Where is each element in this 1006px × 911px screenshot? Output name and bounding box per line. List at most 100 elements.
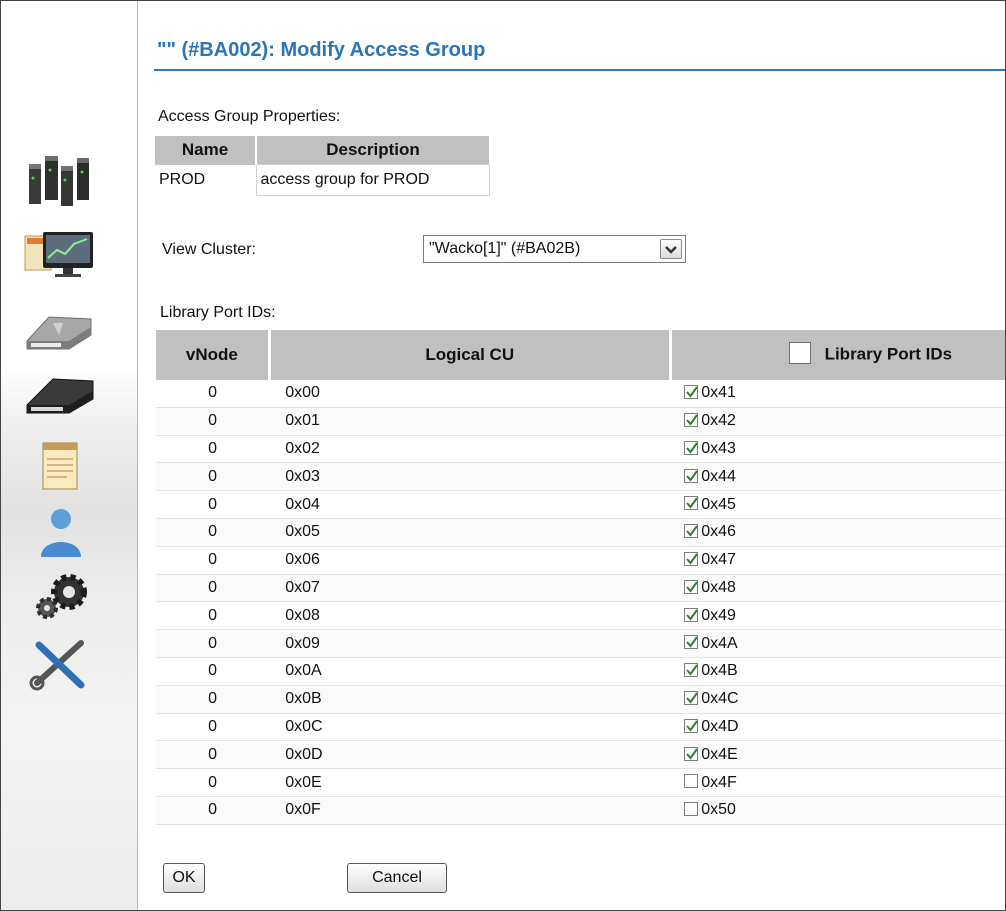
port-checkbox[interactable] bbox=[684, 690, 699, 705]
table-row: 0 0x0A 0x4B bbox=[156, 657, 1005, 686]
logical-cu-cell: 0x00 bbox=[269, 380, 671, 408]
library-port-ids-label: Library Port IDs: bbox=[160, 304, 276, 321]
table-row: 0 0x05 0x46 bbox=[156, 518, 1005, 547]
physical-library-icon[interactable] bbox=[19, 367, 99, 429]
library-port-cell: 0x49 bbox=[670, 601, 1005, 631]
port-checkbox[interactable] bbox=[684, 524, 699, 539]
notepad-icon[interactable] bbox=[19, 437, 99, 499]
port-checkbox[interactable] bbox=[684, 774, 699, 789]
library-port-id: 0x4A bbox=[701, 634, 738, 652]
logical-cu-cell: 0x0A bbox=[269, 657, 671, 686]
logical-cu-cell: 0x0D bbox=[269, 740, 671, 770]
checkmark-icon bbox=[686, 442, 699, 454]
vnode-column-header: vNode bbox=[156, 330, 271, 380]
table-row: 0 0x0E 0x4F bbox=[156, 768, 1005, 797]
library-port-cell: 0x4C bbox=[670, 685, 1005, 714]
cancel-button[interactable]: Cancel bbox=[347, 863, 447, 893]
port-checkbox[interactable] bbox=[684, 551, 699, 566]
vnode-cell: 0 bbox=[156, 462, 270, 492]
ok-button[interactable]: OK bbox=[163, 863, 205, 893]
logical-cu-cell: 0x01 bbox=[269, 407, 671, 436]
port-checkbox[interactable] bbox=[684, 802, 699, 817]
port-checkbox[interactable] bbox=[684, 663, 699, 678]
port-checkbox[interactable] bbox=[684, 746, 699, 761]
tools-icon[interactable] bbox=[19, 633, 99, 695]
port-checkbox[interactable] bbox=[684, 496, 699, 511]
port-checkbox[interactable] bbox=[684, 468, 699, 483]
port-checkbox[interactable] bbox=[684, 412, 699, 427]
logical-cu-cell: 0x09 bbox=[269, 629, 671, 658]
chevron-down-icon[interactable] bbox=[660, 239, 682, 259]
view-cluster-selected-value: "Wacko[1]" (#BA02B) bbox=[429, 240, 581, 257]
table-row: 0 0x0D 0x4E bbox=[156, 740, 1005, 770]
library-port-cell: 0x42 bbox=[670, 407, 1005, 436]
port-checkbox[interactable] bbox=[684, 440, 699, 455]
user-icon[interactable] bbox=[19, 503, 99, 565]
checkmark-icon bbox=[686, 664, 699, 676]
library-port-cell: 0x4A bbox=[670, 629, 1005, 658]
logical-cu-cell: 0x06 bbox=[269, 546, 671, 575]
library-port-id: 0x4D bbox=[701, 717, 739, 735]
table-row: 0 0x07 0x48 bbox=[156, 574, 1005, 603]
table-row: 0 0x0F 0x50 bbox=[156, 796, 1005, 825]
library-port-id: 0x44 bbox=[701, 467, 736, 485]
logical-cu-cell: 0x08 bbox=[269, 601, 671, 631]
library-port-id: 0x41 bbox=[701, 384, 736, 402]
vnode-cell: 0 bbox=[156, 685, 270, 714]
select-all-checkbox[interactable] bbox=[788, 342, 811, 364]
main-panel: "" (#BA002): Modify Access Group Access … bbox=[138, 1, 1005, 910]
library-port-cell: 0x44 bbox=[670, 462, 1005, 492]
vnode-cell: 0 bbox=[156, 380, 270, 408]
servers-icon[interactable] bbox=[19, 148, 99, 210]
table-row: 0 0x04 0x45 bbox=[156, 490, 1005, 519]
port-checkbox[interactable] bbox=[684, 635, 699, 650]
library-port-cell: 0x4F bbox=[670, 768, 1005, 797]
vnode-cell: 0 bbox=[156, 740, 270, 770]
vnode-cell: 0 bbox=[156, 713, 270, 742]
vnode-cell: 0 bbox=[156, 657, 270, 686]
library-port-cell: 0x43 bbox=[670, 435, 1005, 464]
table-row: 0 0x01 0x42 bbox=[156, 407, 1005, 436]
checkmark-icon bbox=[686, 636, 699, 648]
library-port-id: 0x48 bbox=[701, 578, 736, 596]
port-checkbox[interactable] bbox=[684, 718, 699, 733]
library-port-id: 0x4B bbox=[701, 662, 738, 680]
library-port-id: 0x47 bbox=[701, 551, 736, 569]
monitor-chart-icon[interactable] bbox=[19, 224, 99, 286]
port-checkbox[interactable] bbox=[684, 579, 699, 594]
checkmark-icon bbox=[686, 525, 699, 537]
library-port-rows: 0 0x00 0x41 0 0x01 0x42 0 0x02 0x43 0 0x03 0x44 0 0x0… bbox=[156, 380, 1005, 825]
table-row: 0 0x0B 0x4C bbox=[156, 685, 1005, 714]
library-port-id: 0x45 bbox=[701, 495, 736, 513]
logical-cu-cell: 0x0F bbox=[269, 796, 671, 825]
logical-cu-cell: 0x0B bbox=[269, 685, 671, 714]
checkmark-icon bbox=[686, 581, 699, 593]
group-description-value: access group for PROD bbox=[255, 164, 490, 196]
vnode-cell: 0 bbox=[156, 796, 270, 825]
virtual-drive-icon[interactable] bbox=[19, 301, 99, 363]
library-port-id: 0x4F bbox=[701, 773, 737, 791]
logical-cu-cell: 0x03 bbox=[269, 462, 671, 492]
logical-cu-cell: 0x0E bbox=[269, 768, 671, 797]
gears-icon[interactable] bbox=[19, 568, 99, 630]
port-checkbox[interactable] bbox=[684, 607, 699, 622]
library-port-id: 0x4E bbox=[701, 745, 738, 763]
logical-cu-cell: 0x04 bbox=[269, 490, 671, 519]
dialog-title: "" (#BA002): Modify Access Group bbox=[157, 39, 486, 61]
library-port-cell: 0x48 bbox=[670, 574, 1005, 603]
view-cluster-select[interactable]: "Wacko[1]" (#BA02B) bbox=[423, 235, 686, 263]
description-column-header: Description bbox=[256, 136, 489, 165]
table-row: 0 0x02 0x43 bbox=[156, 435, 1005, 464]
library-port-id: 0x50 bbox=[701, 801, 736, 819]
port-checkbox[interactable] bbox=[684, 385, 699, 400]
logical-cu-cell: 0x02 bbox=[269, 435, 671, 464]
library-port-cell: 0x4B bbox=[670, 657, 1005, 686]
library-port-cell: 0x4E bbox=[670, 740, 1005, 770]
checkmark-icon bbox=[686, 553, 699, 565]
library-port-ids-column-header: Library Port IDs bbox=[670, 330, 1005, 380]
application-window: "" (#BA002): Modify Access Group Access … bbox=[0, 0, 1006, 911]
library-port-cell: 0x4D bbox=[670, 713, 1005, 742]
checkmark-icon bbox=[686, 386, 699, 398]
logical-cu-cell: 0x07 bbox=[269, 574, 671, 603]
group-name-value: PROD bbox=[159, 171, 206, 188]
